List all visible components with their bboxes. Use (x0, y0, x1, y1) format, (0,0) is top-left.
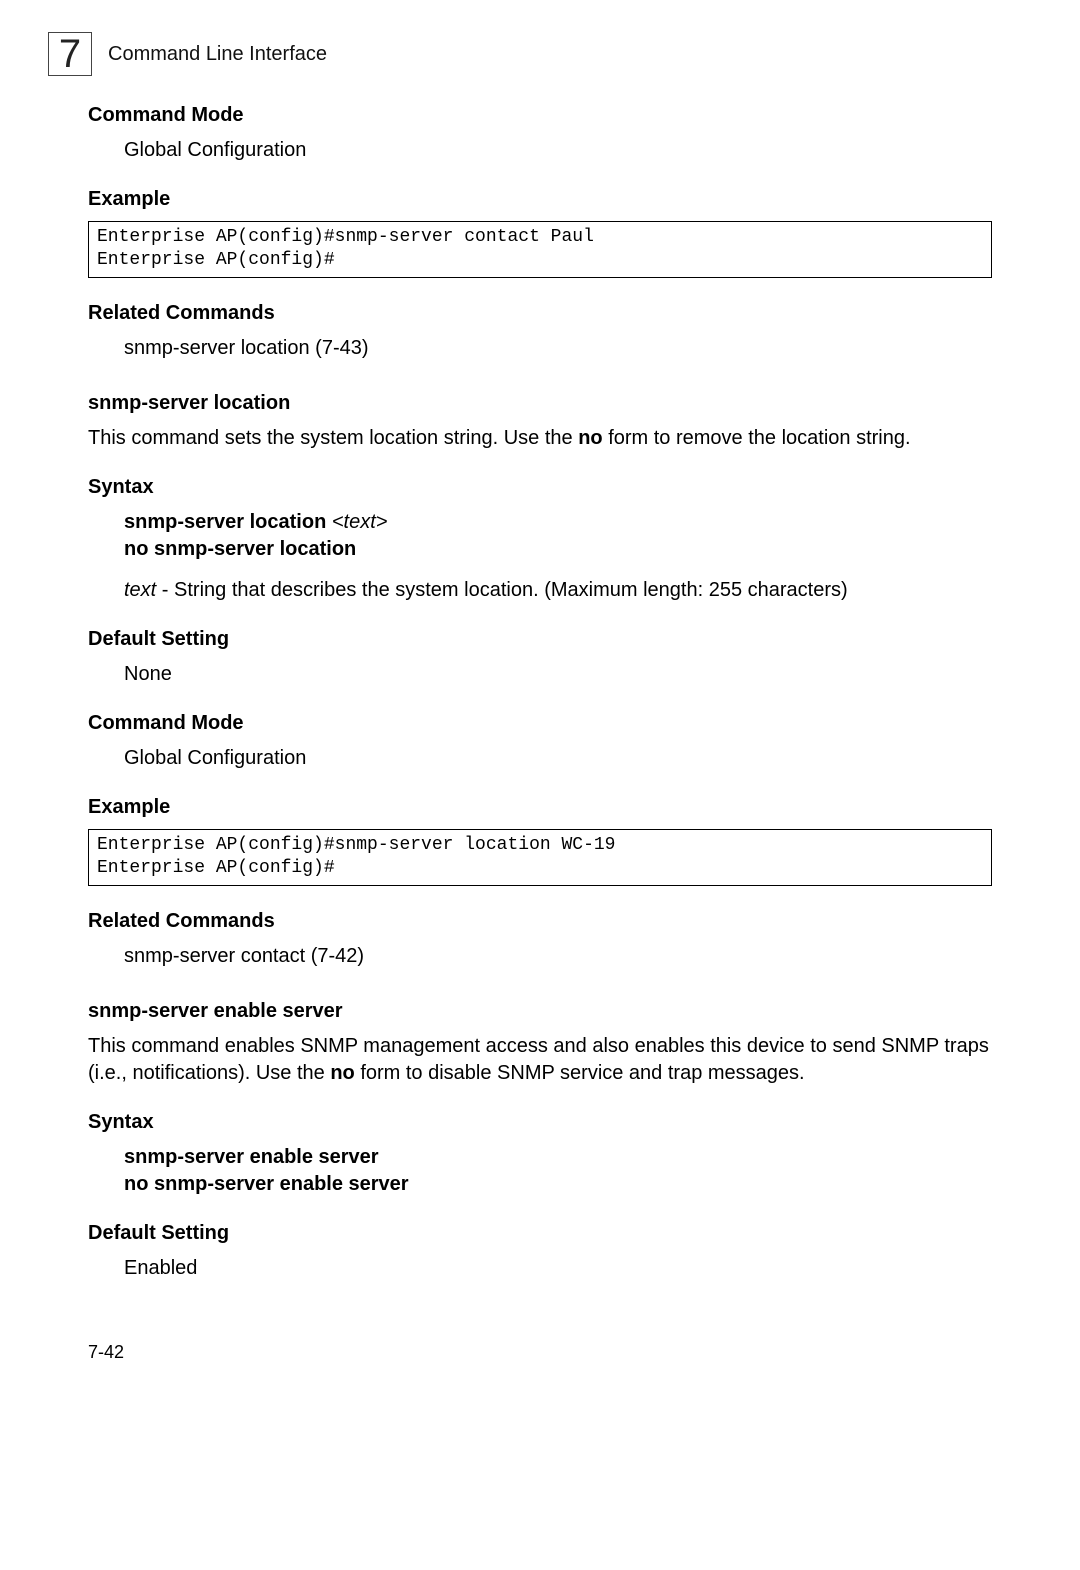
default-setting-value: None (124, 661, 992, 688)
command-mode-heading: Command Mode (88, 104, 992, 127)
syntax-line: no snmp-server enable server (124, 1171, 992, 1198)
syntax-block: snmp-server location <text> no snmp-serv… (124, 509, 992, 563)
syntax-block: snmp-server enable server no snmp-server… (124, 1144, 992, 1198)
command-mode-value: Global Configuration (124, 745, 992, 772)
related-commands-heading: Related Commands (88, 302, 992, 325)
command-description: This command enables SNMP management acc… (88, 1033, 992, 1087)
desc-text: form to remove the location string. (603, 427, 911, 449)
desc-bold: no (578, 427, 602, 449)
syntax-line: no snmp-server location (124, 536, 992, 563)
command-title: snmp-server location (88, 392, 992, 415)
page-header: 7 Command Line Interface (88, 32, 992, 76)
related-commands-value: snmp-server location (7-43) (124, 335, 992, 362)
param-description: text - String that describes the system … (124, 577, 992, 604)
desc-bold: no (330, 1062, 354, 1084)
related-commands-heading: Related Commands (88, 910, 992, 933)
desc-text: This command sets the system location st… (88, 427, 578, 449)
command-description: This command sets the system location st… (88, 425, 992, 452)
param-text: - String that describes the system locat… (156, 579, 847, 601)
page-number: 7-42 (88, 1342, 992, 1363)
syntax-cmd: snmp-server location (124, 511, 332, 533)
example-code-block: Enterprise AP(config)#snmp-server locati… (88, 829, 992, 886)
syntax-line: snmp-server location <text> (124, 509, 992, 536)
command-mode-heading: Command Mode (88, 712, 992, 735)
chapter-number: 7 (59, 34, 81, 74)
default-setting-heading: Default Setting (88, 628, 992, 651)
default-setting-value: Enabled (124, 1255, 992, 1282)
syntax-heading: Syntax (88, 1111, 992, 1134)
example-code-block: Enterprise AP(config)#snmp-server contac… (88, 221, 992, 278)
header-title: Command Line Interface (108, 43, 327, 66)
example-heading: Example (88, 796, 992, 819)
chapter-number-box: 7 (48, 32, 92, 76)
desc-text: form to disable SNMP service and trap me… (355, 1062, 805, 1084)
related-commands-value: snmp-server contact (7-42) (124, 943, 992, 970)
example-heading: Example (88, 188, 992, 211)
syntax-arg: <text> (332, 511, 388, 533)
param-label: text (124, 579, 156, 601)
document-page: 7 Command Line Interface Command Mode Gl… (0, 0, 1080, 1423)
syntax-heading: Syntax (88, 476, 992, 499)
default-setting-heading: Default Setting (88, 1222, 992, 1245)
command-mode-value: Global Configuration (124, 137, 992, 164)
syntax-line: snmp-server enable server (124, 1144, 992, 1171)
command-title: snmp-server enable server (88, 1000, 992, 1023)
